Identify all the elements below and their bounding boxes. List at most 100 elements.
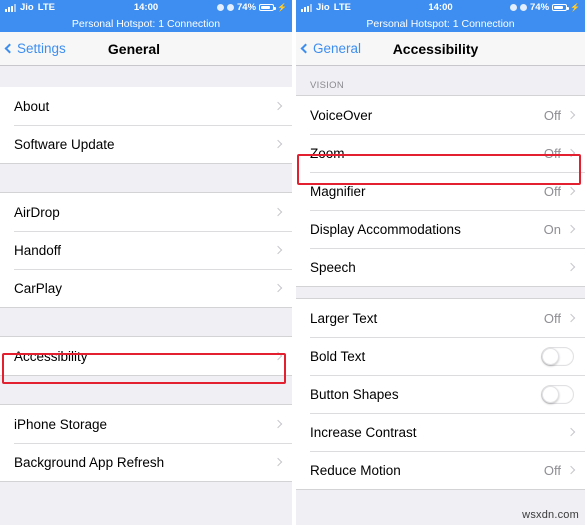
row-magnifier[interactable]: Magnifier Off (296, 172, 585, 210)
row-button-shapes[interactable]: Button Shapes (296, 375, 585, 413)
row-reduce-motion[interactable]: Reduce Motion Off (296, 451, 585, 489)
battery-percent-label: 74% (530, 2, 550, 13)
carrier-label: Jio (20, 2, 34, 13)
row-label: CarPlay (14, 280, 63, 296)
vision-section-header-area: VISION (296, 66, 585, 95)
row-value: Off (543, 462, 561, 478)
chevron-right-icon (273, 419, 283, 429)
row-software-update[interactable]: Software Update (0, 125, 292, 163)
status-bar-left-group: Jio LTE (5, 2, 55, 13)
row-value: On (543, 221, 561, 237)
status-bar-left: Jio LTE 14:00 74% ⚡ (0, 0, 292, 15)
row-label: Background App Refresh (14, 454, 165, 470)
charging-bolt-icon: ⚡ (277, 2, 287, 12)
row-label: Larger Text (310, 310, 378, 326)
row-label: Accessibility (14, 348, 88, 364)
row-value: Off (543, 183, 561, 199)
row-bold-text[interactable]: Bold Text (296, 337, 585, 375)
settings-group-1: About Software Update (0, 87, 292, 164)
row-voiceover[interactable]: VoiceOver Off (296, 96, 585, 134)
left-phone-panel: Jio LTE 14:00 74% ⚡ Personal Hotspot: 1 … (0, 0, 292, 525)
network-type-label: LTE (333, 2, 351, 13)
chevron-right-icon (566, 148, 576, 158)
hotspot-banner-left[interactable]: Personal Hotspot: 1 Connection (0, 15, 292, 32)
status-bar-right: Jio LTE 14:00 74% ⚡ (296, 0, 585, 15)
alarm-clock-icon (520, 4, 528, 11)
settings-group-2: AirDrop Handoff CarPlay (0, 192, 292, 308)
button-shapes-toggle[interactable] (541, 384, 574, 404)
back-button-label: Settings (17, 41, 66, 56)
chevron-right-icon (566, 465, 576, 475)
chevron-right-icon (566, 110, 576, 120)
row-label: Button Shapes (310, 386, 399, 402)
chevron-right-icon (273, 351, 283, 361)
row-iphone-storage[interactable]: iPhone Storage (0, 405, 292, 443)
bold-text-toggle[interactable] (541, 346, 574, 366)
row-label: About (14, 98, 50, 114)
row-handoff[interactable]: Handoff (0, 231, 292, 269)
row-label: Reduce Motion (310, 462, 401, 478)
row-label: Bold Text (310, 348, 366, 364)
chevron-right-icon (273, 457, 283, 467)
location-arrow-icon (510, 4, 518, 11)
chevron-right-icon (566, 224, 576, 234)
row-value: Off (543, 107, 561, 123)
signal-bars-icon (301, 4, 312, 12)
row-label: AirDrop (14, 204, 60, 220)
row-display-accommodations[interactable]: Display Accommodations On (296, 210, 585, 248)
row-label: Zoom (310, 145, 345, 161)
nav-bar-right: General Accessibility (296, 32, 585, 66)
row-larger-text[interactable]: Larger Text Off (296, 299, 585, 337)
vision-group-2: Larger Text Off Bold Text Button Shapes … (296, 298, 585, 490)
settings-group-3: Accessibility (0, 336, 292, 376)
chevron-right-icon (273, 245, 283, 255)
row-speech[interactable]: Speech (296, 248, 585, 286)
chevron-right-icon (566, 313, 576, 323)
row-label: Handoff (14, 242, 62, 258)
battery-percent-label: 74% (237, 2, 257, 13)
list-gap (0, 308, 292, 336)
list-gap (296, 287, 585, 298)
row-carplay[interactable]: CarPlay (0, 269, 292, 307)
network-type-label: LTE (37, 2, 55, 13)
chevron-right-icon (566, 186, 576, 196)
row-label: Increase Contrast (310, 424, 417, 440)
chevron-left-icon (4, 43, 15, 54)
row-label: Software Update (14, 136, 115, 152)
hotspot-banner-right[interactable]: Personal Hotspot: 1 Connection (296, 15, 585, 32)
status-bar-right-group: 74% ⚡ (510, 2, 580, 13)
back-button-settings[interactable]: Settings (0, 41, 66, 56)
chevron-right-icon (273, 207, 283, 217)
row-accessibility[interactable]: Accessibility (0, 337, 292, 375)
chevron-left-icon (300, 43, 311, 54)
watermark: wsxdn.com (522, 509, 579, 521)
signal-bars-icon (5, 4, 16, 12)
battery-icon (259, 3, 276, 12)
toggle-knob (542, 385, 559, 403)
back-button-general[interactable]: General (296, 41, 361, 56)
row-background-app-refresh[interactable]: Background App Refresh (0, 443, 292, 481)
back-button-label: General (313, 41, 362, 56)
status-bar-right-group: 74% ⚡ (217, 2, 287, 13)
carrier-label: Jio (316, 2, 330, 13)
charging-bolt-icon: ⚡ (570, 2, 580, 12)
chevron-right-icon (566, 262, 576, 272)
chevron-right-icon (273, 101, 283, 111)
toggle-knob (542, 347, 559, 365)
row-value: Off (543, 310, 561, 326)
row-label: VoiceOver (310, 107, 373, 123)
row-airdrop[interactable]: AirDrop (0, 193, 292, 231)
settings-group-4: iPhone Storage Background App Refresh (0, 404, 292, 482)
row-zoom[interactable]: Zoom Off (296, 134, 585, 172)
chevron-right-icon (566, 427, 576, 437)
alarm-clock-icon (227, 4, 235, 11)
row-increase-contrast[interactable]: Increase Contrast (296, 413, 585, 451)
settings-list-left: About Software Update AirDrop Handoff Ca… (0, 66, 292, 525)
dual-phone-screenshot: Jio LTE 14:00 74% ⚡ Personal Hotspot: 1 … (0, 0, 585, 525)
chevron-right-icon (273, 139, 283, 149)
vision-group-1: VoiceOver Off Zoom Off Magnifier Off Dis… (296, 95, 585, 287)
row-label: Magnifier (310, 183, 366, 199)
row-about[interactable]: About (0, 87, 292, 125)
chevron-right-icon (273, 283, 283, 293)
accessibility-list: VISION VoiceOver Off Zoom Off Magnifier … (296, 66, 585, 525)
